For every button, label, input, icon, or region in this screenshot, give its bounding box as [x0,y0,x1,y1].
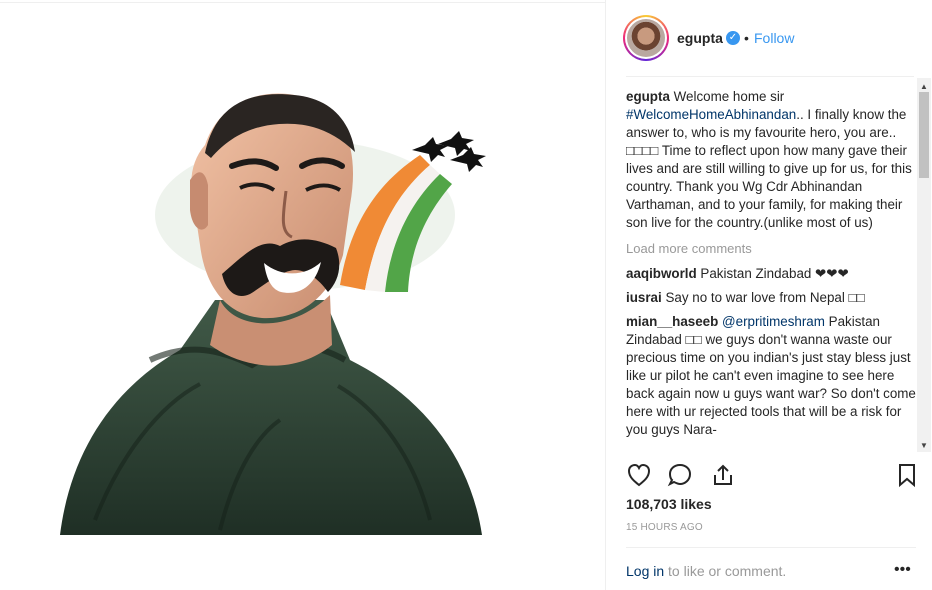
avatar-border [625,17,667,59]
caption-text-before-tag: Welcome home sir [673,89,785,104]
caption-hashtag[interactable]: #WelcomeHomeAbhinandan [626,107,796,122]
verified-icon: ✓ [726,31,740,45]
comment-aaqibworld: aaqibworld Pakistan Zindabad ❤❤❤ [626,265,916,283]
caption-text-after-tag: .. I finally know the answer to, who is … [626,107,912,230]
comment-username[interactable]: mian__haseeb [626,314,718,329]
header-separator: • [744,30,749,46]
bookmark-icon[interactable] [894,462,920,488]
login-link[interactable]: Log in [626,563,664,579]
comment-username[interactable]: iusrai [626,290,662,305]
comment-mian-haseeb: mian__haseeb @erpritimeshram Pakistan Zi… [626,313,916,439]
comment-text: Pakistan Zindabad □□ we guys don't wanna… [626,314,916,437]
comment-username[interactable]: aaqibworld [626,266,697,281]
post-timestamp[interactable]: 15 HOURS AGO [626,522,703,533]
more-options-icon[interactable]: ••• [894,561,911,579]
likes-count[interactable]: 108,703 likes [626,496,712,512]
post-image[interactable] [0,0,605,590]
scroll-up-arrow-icon[interactable]: ▲ [920,82,928,91]
caption: egupta Welcome home sir #WelcomeHomeAbhi… [626,88,916,232]
comment-text: Pakistan Zindabad ❤❤❤ [700,266,849,281]
login-prompt-text: to like or comment. [664,563,787,579]
post-sidebar: egupta ✓ • Follow egupta Welcome home si… [605,0,932,590]
image-top-border [0,2,605,3]
scroll-down-arrow-icon[interactable]: ▼ [920,441,928,450]
heart-icon[interactable] [626,462,652,488]
header-divider [626,76,914,77]
comment-mention[interactable]: @erpritimeshram [722,314,825,329]
comments-scrollbar[interactable]: ▲ ▼ [917,78,931,452]
comment-iusrai: iusrai Say no to war love from Nepal □□ [626,289,916,307]
comments-list[interactable]: egupta Welcome home sir #WelcomeHomeAbhi… [626,88,916,456]
portrait-illustration [60,93,486,535]
post-username[interactable]: egupta [677,30,723,46]
follow-button[interactable]: Follow [754,30,794,46]
comment-icon[interactable] [667,462,693,488]
post-header: egupta ✓ • Follow [606,0,932,76]
caption-username[interactable]: egupta [626,89,670,104]
avatar-photo [627,19,665,57]
share-icon[interactable] [710,462,736,488]
avatar[interactable] [623,15,669,61]
footer-divider [626,547,916,548]
comment-text: Say no to war love from Nepal □□ [665,290,865,305]
login-prompt: Log in to like or comment. [626,563,786,579]
scrollbar-thumb[interactable] [919,92,929,178]
load-more-comments-button[interactable]: Load more comments [626,240,916,258]
post-actions [626,462,916,492]
